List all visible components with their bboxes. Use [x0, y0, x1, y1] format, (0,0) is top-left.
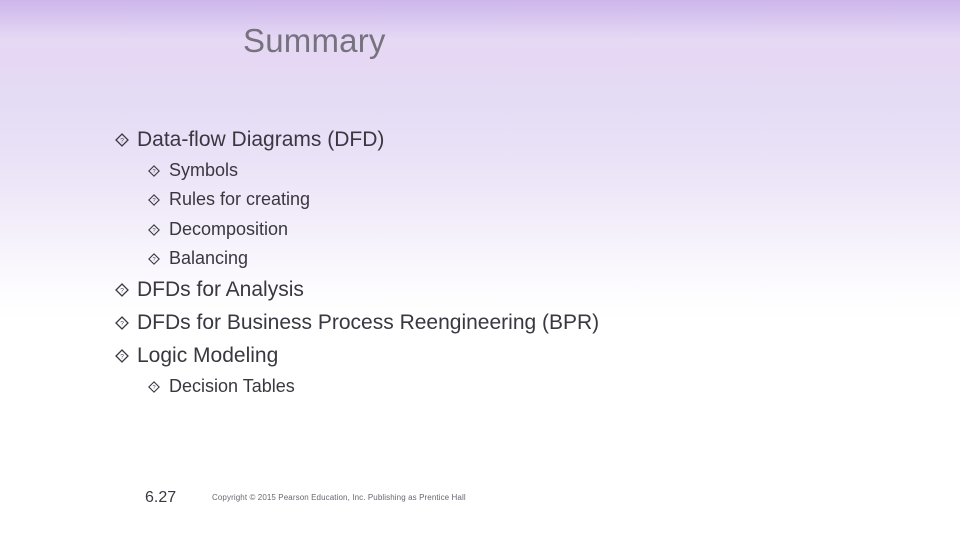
diamond-bullet-icon: ? — [115, 283, 129, 297]
svg-text:?: ? — [120, 321, 124, 328]
bullet-item: ? Rules for creating — [148, 189, 310, 210]
bullet-text: Data-flow Diagrams (DFD) — [137, 128, 385, 151]
bullet-text: DFDs for Analysis — [137, 278, 304, 301]
bullet-text: Symbols — [169, 160, 239, 180]
bullet-text: Decision Tables — [169, 376, 295, 396]
diamond-bullet-icon: ? — [148, 193, 160, 206]
diamond-bullet-icon: ? — [148, 380, 160, 393]
svg-text:?: ? — [120, 354, 124, 361]
bullet-item: ? Symbols — [148, 160, 238, 181]
diamond-bullet-icon: ? — [115, 316, 129, 330]
diamond-bullet-icon: ? — [115, 349, 129, 363]
bullet-item: ? Decomposition — [148, 219, 288, 240]
svg-text:?: ? — [120, 288, 124, 295]
svg-text:?: ? — [152, 169, 155, 175]
bullet-item: ? DFDs for Analysis — [115, 278, 304, 302]
svg-text:?: ? — [152, 228, 155, 234]
bullet-text: DFDs for Business Process Reengineering … — [137, 311, 600, 334]
svg-text:?: ? — [152, 385, 155, 391]
copyright-notice: Copyright © 2015 Pearson Education, Inc.… — [212, 493, 466, 502]
bullet-text: Balancing — [169, 248, 249, 268]
bullet-text: Decomposition — [169, 219, 289, 239]
diamond-bullet-icon: ? — [148, 164, 160, 177]
diamond-bullet-icon: ? — [148, 252, 160, 265]
bullet-item: ? DFDs for Business Process Reengineerin… — [115, 311, 599, 335]
bullet-item: ? Logic Modeling — [115, 344, 278, 368]
svg-text:?: ? — [152, 257, 155, 263]
svg-text:?: ? — [120, 138, 124, 145]
slide-title: Summary — [243, 22, 386, 59]
bullet-item: ? Decision Tables — [148, 376, 295, 397]
diamond-bullet-icon: ? — [115, 133, 129, 147]
slide-number: 6.27 — [145, 489, 177, 506]
bullet-text: Rules for creating — [169, 189, 311, 209]
diamond-bullet-icon: ? — [148, 223, 160, 236]
bullet-text: Logic Modeling — [137, 344, 279, 367]
bullet-item: ? Balancing — [148, 248, 248, 269]
bullet-item: ? Data-flow Diagrams (DFD) — [115, 128, 384, 152]
svg-text:?: ? — [152, 198, 155, 204]
